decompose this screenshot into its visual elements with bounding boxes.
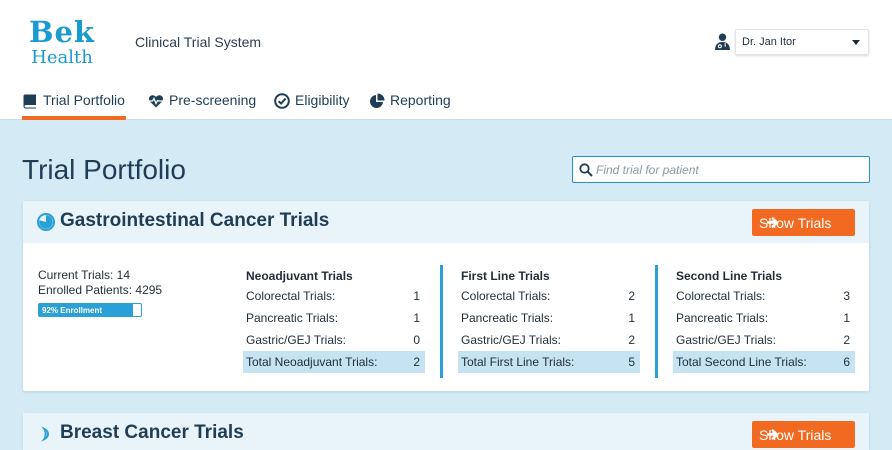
- row-value: 1: [413, 289, 420, 303]
- table-row: Gastric/GEJ Trials: 0: [243, 329, 425, 351]
- show-trials-button[interactable]: Show Trials: [752, 421, 855, 448]
- table-row: Pancreatic Trials: 1: [673, 307, 855, 329]
- row-value: 1: [843, 311, 850, 325]
- row-label: Colorectal Trials:: [461, 289, 551, 303]
- row-label: Gastric/GEJ Trials:: [461, 333, 562, 347]
- user-name: Dr. Jan Itor: [742, 36, 796, 48]
- table-row: Colorectal Trials: 3: [673, 285, 855, 307]
- pie-chart-icon: [370, 93, 385, 108]
- row-label: Total Neoadjuvant Trials:: [246, 355, 378, 369]
- top-bar: Bek Health Clinical Trial System Dr. Jan…: [0, 0, 892, 120]
- page-title: Trial Portfolio: [22, 154, 186, 185]
- system-title: Clinical Trial System: [135, 34, 262, 50]
- table-row: Pancreatic Trials: 1: [243, 307, 425, 329]
- column-title: First Line Trials: [461, 269, 550, 283]
- table-row: Colorectal Trials: 2: [458, 285, 640, 307]
- tab-label: Eligibility: [295, 92, 350, 108]
- table-row: Gastric/GEJ Trials: 2: [673, 329, 855, 351]
- column-title: Neoadjuvant Trials: [246, 269, 353, 283]
- column-second-line: Second Line Trials Colorectal Trials: 3 P…: [673, 263, 855, 373]
- row-label: Gastric/GEJ Trials:: [676, 333, 777, 347]
- enrollment-progress-bar: 92% Enrollment: [38, 303, 142, 317]
- row-value: 5: [628, 355, 635, 369]
- row-label: Colorectal Trials:: [676, 289, 766, 303]
- column-divider: [655, 265, 658, 378]
- total-row: Total Second Line Trials: 6: [673, 351, 855, 373]
- row-value: 2: [628, 333, 635, 347]
- tab-trial-portfolio[interactable]: Trial Portfolio: [22, 92, 126, 120]
- tab-reporting[interactable]: Reporting: [369, 92, 451, 120]
- column-divider: [440, 265, 443, 378]
- row-value: 2: [413, 355, 420, 369]
- search-icon: [579, 163, 593, 177]
- check-circle-icon: [274, 93, 290, 109]
- table-row: Pancreatic Trials: 1: [458, 307, 640, 329]
- progress-label: 92% Enrollment: [42, 306, 103, 315]
- trial-card-gastrointestinal: Gastrointestinal Cancer Trials Show Tria…: [23, 201, 869, 391]
- table-row: Colorectal Trials: 1: [243, 285, 425, 307]
- arrow-right-icon: [767, 428, 779, 441]
- current-trials: Current Trials: 14: [38, 268, 131, 282]
- row-value: 3: [843, 289, 850, 303]
- crescent-icon: [41, 426, 49, 442]
- tab-label: Reporting: [390, 92, 451, 108]
- total-row: Total First Line Trials: 5: [458, 351, 640, 373]
- heartbeat-icon: [148, 95, 164, 108]
- card-header: Breast Cancer Trials Show Trials: [23, 413, 869, 450]
- row-label: Gastric/GEJ Trials:: [246, 333, 347, 347]
- total-row: Total Neoadjuvant Trials: 2: [243, 351, 425, 373]
- column-title: Second Line Trials: [676, 269, 783, 283]
- tab-eligibility[interactable]: Eligibility: [274, 92, 349, 120]
- search-input[interactable]: [596, 160, 862, 179]
- book-icon: [23, 94, 36, 109]
- arrow-right-icon: [767, 216, 779, 229]
- row-label: Total First Line Trials:: [461, 355, 575, 369]
- row-label: Total Second Line Trials:: [676, 355, 807, 369]
- caret-down-icon: [852, 40, 860, 45]
- row-label: Pancreatic Trials:: [246, 311, 339, 325]
- enrolled-patients: Enrolled Patients: 4295: [38, 283, 163, 297]
- trial-stats: Current Trials: 14 Enrolled Patients: 42…: [38, 268, 162, 298]
- tab-pre-screening[interactable]: Pre-screening: [148, 92, 256, 120]
- card-header: Gastrointestinal Cancer Trials Show Tria…: [23, 201, 869, 243]
- show-trials-button[interactable]: Show Trials: [752, 209, 855, 236]
- tab-label: Trial Portfolio: [43, 92, 125, 108]
- doctor-icon: [715, 33, 730, 50]
- logo[interactable]: Bek Health: [22, 18, 102, 70]
- row-value: 1: [413, 311, 420, 325]
- column-first-line: First Line Trials Colorectal Trials: 2 Pa…: [458, 263, 640, 373]
- row-label: Pancreatic Trials:: [676, 311, 769, 325]
- row-label: Pancreatic Trials:: [461, 311, 554, 325]
- trial-card-breast-cancer: Breast Cancer Trials Show Trials: [23, 413, 869, 450]
- user-dropdown[interactable]: Dr. Jan Itor: [735, 29, 869, 55]
- row-value: 2: [843, 333, 850, 347]
- pie-progress-icon: [37, 213, 55, 231]
- search-box[interactable]: [572, 156, 870, 183]
- card-title: Gastrointestinal Cancer Trials: [60, 210, 330, 231]
- logo-line-1: Bek: [28, 15, 96, 49]
- row-value: 0: [413, 333, 420, 347]
- row-value: 1: [628, 311, 635, 325]
- row-value: 6: [843, 355, 850, 369]
- table-row: Gastric/GEJ Trials: 2: [458, 329, 640, 351]
- row-value: 2: [628, 289, 635, 303]
- logo-line-2: Health: [31, 47, 93, 68]
- row-label: Colorectal Trials:: [246, 289, 336, 303]
- tab-label: Pre-screening: [169, 92, 257, 108]
- card-title: Breast Cancer Trials: [60, 422, 244, 443]
- column-neoadjuvant: Neoadjuvant Trials Colorectal Trials: 1 P…: [243, 263, 425, 373]
